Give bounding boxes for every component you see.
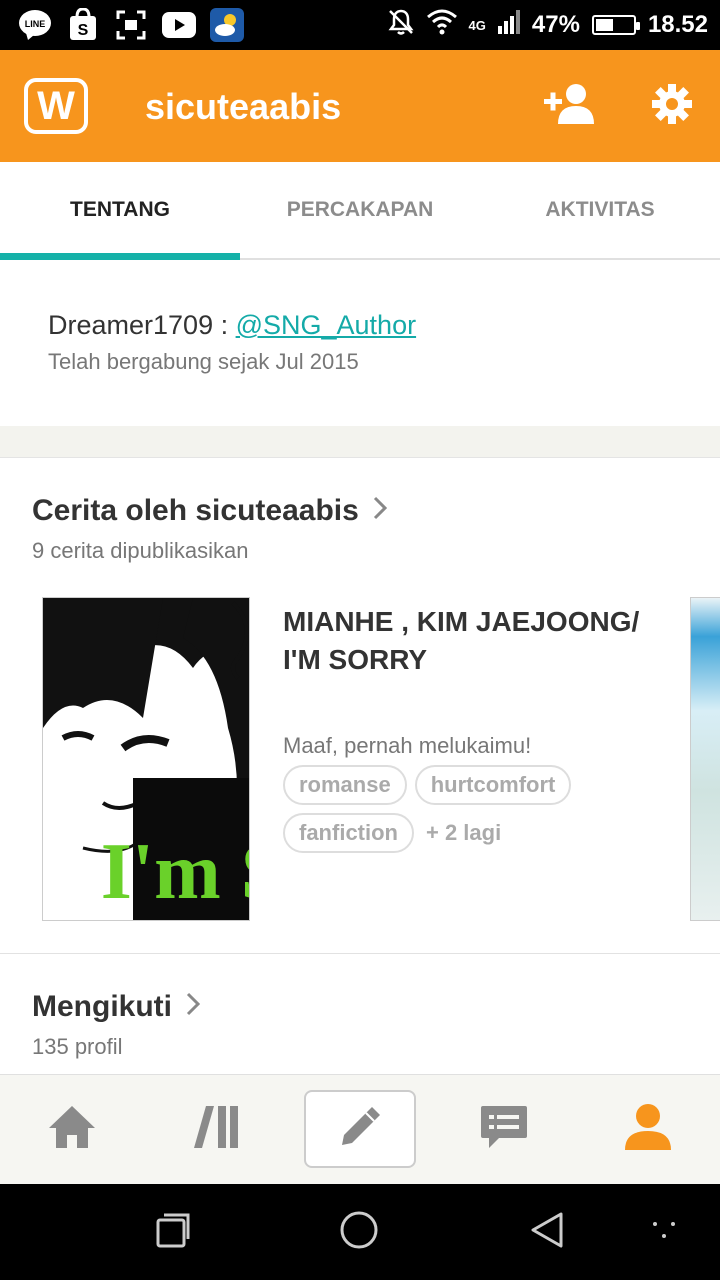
stories-count: 9 cerita dipublikasikan [32,538,249,563]
joined-date: Telah bergabung sejak Jul 2015 [48,349,359,374]
about-section: Dreamer1709 : @SNG_Author Telah bergabun… [0,260,720,426]
tag-hurtcomfort[interactable]: hurtcomfort [414,765,572,805]
add-user-icon [544,82,600,131]
nav-library[interactable] [144,1075,288,1184]
following-header[interactable]: Mengikuti [32,990,201,1024]
library-icon [192,1104,240,1155]
messages-icon [479,1104,529,1155]
tab-aktivitas[interactable]: AKTIVITAS [480,162,720,258]
home-system-button[interactable] [299,1184,419,1280]
tab-label: PERCAKAPAN [286,198,434,221]
battery-percent: 47% [531,11,580,38]
system-navigation-bar [0,1184,720,1280]
story-tags: romanse hurtcomfort fanfiction + 2 lagi [283,765,683,861]
following-count: 135 profil [32,1034,123,1059]
chevron-right-icon [186,990,201,1024]
story-description: Maaf, pernah melukaimu! [283,733,532,758]
wattpad-logo-letter: W [37,84,75,128]
network-label: 4G [468,17,486,33]
profile-username: sicuteaabis [145,86,342,127]
wattpad-logo[interactable]: W [24,78,88,134]
story-title[interactable]: MIANHE , KIM JAEJOONG/ I'M SORRY [283,603,663,679]
pencil-icon [336,1103,384,1156]
status-bar: LINE S 4G 47% 18.52 [0,0,720,50]
mute-icon [387,8,415,43]
notification-icons: LINE S [18,8,244,42]
profile-icon [623,1103,673,1156]
shopee-icon: S [66,8,100,42]
battery-icon [591,15,640,35]
line-icon: LINE [18,8,52,42]
author-mention-link[interactable]: @SNG_Author [236,310,416,340]
system-status: 4G 47% 18.52 [387,0,708,50]
story-cover[interactable]: I'm S [42,597,250,921]
more-tags-link[interactable]: + 2 lagi [426,820,501,846]
back-button[interactable] [487,1184,607,1280]
about-description: Dreamer1709 : @SNG_Author [48,310,416,341]
stories-title: Cerita oleh sicuteaabis [32,494,359,527]
tab-label: TENTANG [70,198,170,221]
battery-level [595,19,613,31]
home-circle-icon [339,1210,379,1255]
app-bar: W sicuteaabis [0,50,720,162]
weather-icon [210,8,244,42]
svg-text:LINE: LINE [25,19,46,29]
back-triangle-icon [529,1211,565,1254]
following-title: Mengikuti [32,990,172,1023]
tab-percakapan[interactable]: PERCAKAPAN [240,162,480,258]
follow-user-button[interactable] [544,82,600,130]
recent-apps-icon [155,1212,191,1253]
profile-tabs: TENTANG PERCAKAPAN AKTIVITAS [0,162,720,260]
nav-write-button[interactable] [304,1090,416,1168]
home-icon [47,1104,97,1155]
wifi-icon [426,9,457,42]
tab-tentang[interactable]: TENTANG [0,162,240,260]
tab-label: AKTIVITAS [545,198,655,221]
recent-apps-button[interactable] [113,1184,233,1280]
cover-text: I'm S [101,828,250,916]
nav-home[interactable] [0,1075,144,1184]
clock: 18.52 [647,11,708,38]
gear-icon [651,83,693,130]
chevron-right-icon [373,494,387,528]
tag-fanfiction[interactable]: fanfiction [283,813,414,853]
cover-image: I'm S [43,598,250,920]
screenshot-icon [114,8,148,42]
settings-button[interactable] [644,82,700,130]
menu-dots-button[interactable] [604,1184,720,1280]
stories-header[interactable]: Cerita oleh sicuteaabis [32,494,387,528]
nav-messages[interactable] [432,1075,576,1184]
divider [0,953,720,954]
signal-icon [497,9,520,41]
youtube-icon [162,8,196,42]
next-story-cover[interactable] [690,597,720,921]
nav-profile[interactable] [576,1075,720,1184]
section-spacer [0,426,720,458]
about-text: Dreamer1709 : [48,310,236,340]
svg-text:S: S [78,22,89,39]
dots-icon [649,1220,679,1245]
tag-romanse[interactable]: romanse [283,765,407,805]
